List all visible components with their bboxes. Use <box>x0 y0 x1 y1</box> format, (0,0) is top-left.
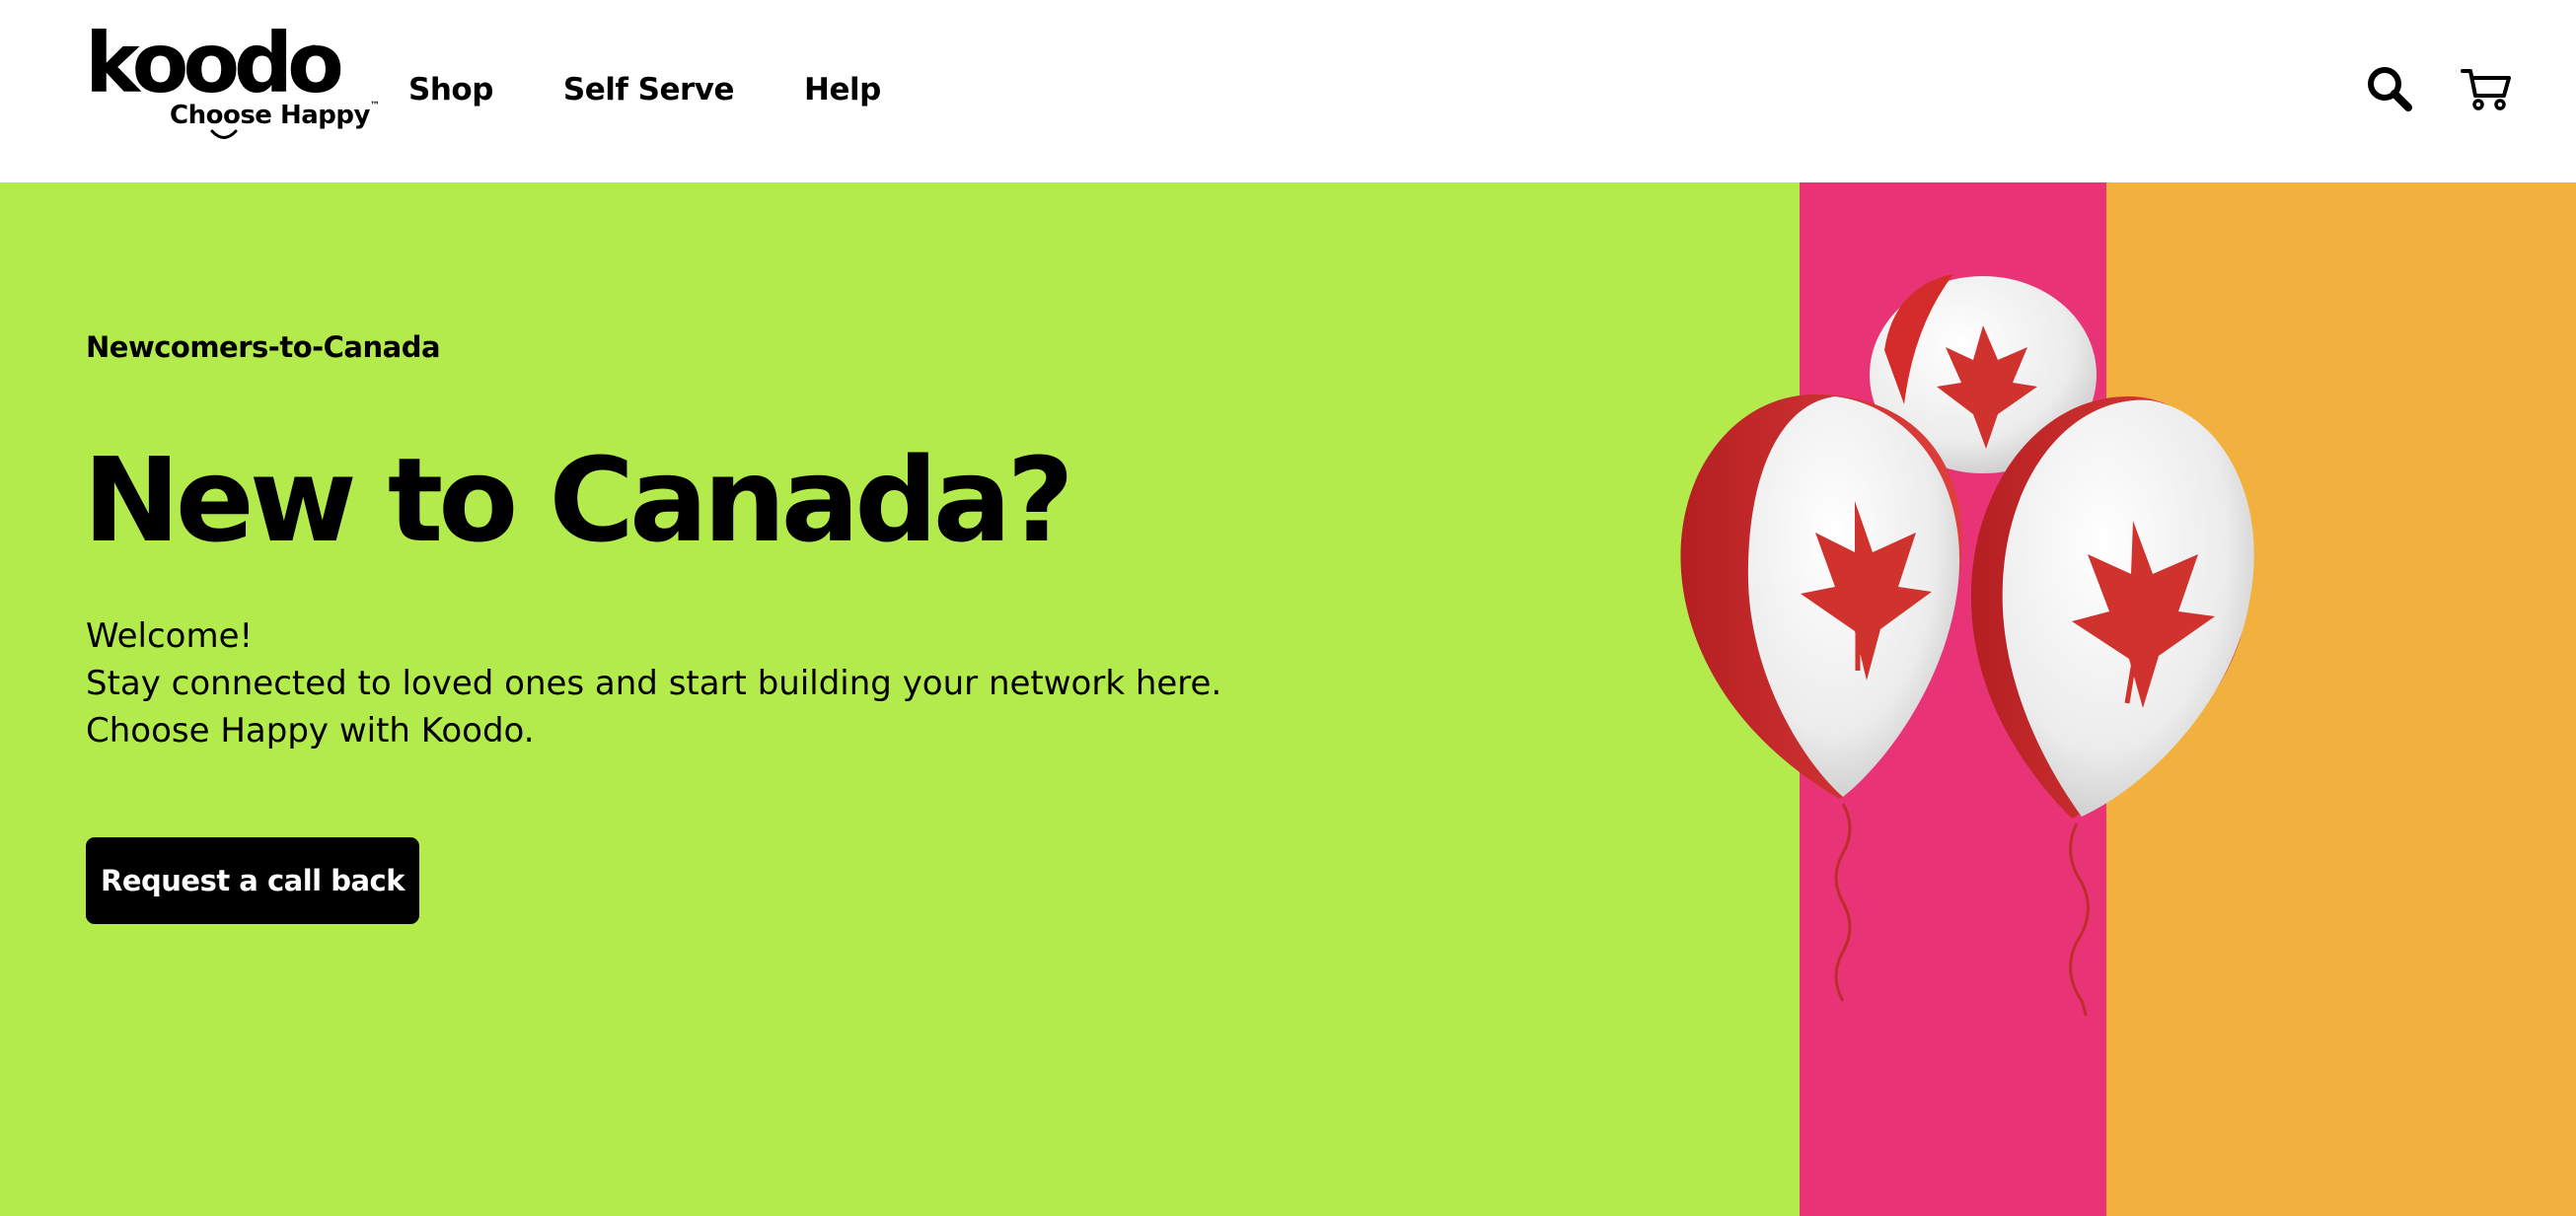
koodo-logo[interactable]: koodo ® Choose Happy™ <box>85 22 380 143</box>
hero-banner: Newcomers-to-Canada New to Canada? Welco… <box>0 182 2576 1216</box>
cart-button[interactable] <box>2459 61 2514 116</box>
search-button[interactable] <box>2362 61 2417 116</box>
main-nav: Shop Self Serve Help <box>408 67 881 112</box>
balloon-left <box>1680 394 1962 1002</box>
logo-wordmark: koodo <box>85 15 344 111</box>
hero-eyebrow: Newcomers-to-Canada <box>86 330 441 364</box>
hero-title: New to Canada? <box>83 432 1074 568</box>
site-header: koodo ® Choose Happy™ Shop Self Serve He… <box>0 0 2576 182</box>
logo-tagline: Choose Happy™ <box>170 101 380 130</box>
hero-copy-line: Stay connected to loved ones and start b… <box>86 664 1222 703</box>
logo-trademark: ™ <box>369 101 380 111</box>
hero-copy-line: Welcome! <box>86 616 254 656</box>
nav-self-serve[interactable]: Self Serve <box>563 72 735 107</box>
canada-flag-balloons-image <box>1680 274 2254 1016</box>
nav-shop[interactable]: Shop <box>408 72 493 107</box>
hero-copy: Welcome! Stay connected to loved ones an… <box>86 612 1221 754</box>
hero-copy-line: Choose Happy with Koodo. <box>86 711 535 751</box>
request-call-back-button[interactable]: Request a call back <box>86 837 419 924</box>
smile-icon <box>210 129 238 139</box>
logo-registered-mark: ® <box>307 43 321 59</box>
cart-icon <box>2461 69 2511 110</box>
nav-help[interactable]: Help <box>804 72 881 107</box>
balloon-right <box>1970 395 2254 1016</box>
logo-tagline-text: Choose Happy <box>170 101 370 130</box>
search-icon <box>2368 67 2412 111</box>
